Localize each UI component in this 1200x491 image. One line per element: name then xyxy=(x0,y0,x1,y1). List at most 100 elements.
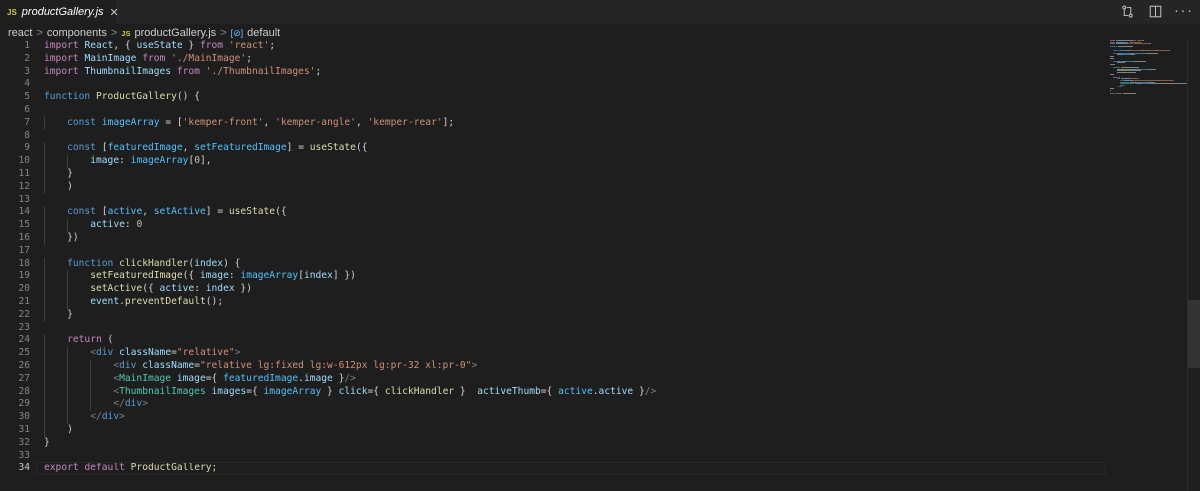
indent-guide xyxy=(44,155,45,168)
code-line[interactable]: active: 0 xyxy=(44,219,1114,232)
more-actions-icon[interactable]: ··· xyxy=(1173,4,1193,18)
code-token: return xyxy=(67,334,102,346)
indent-guide xyxy=(44,372,45,386)
code-token: [ xyxy=(96,142,108,154)
line-number: 14 xyxy=(18,206,30,218)
code-line[interactable]: <div className="relative lg:fixed lg:w-6… xyxy=(44,359,1114,373)
breadcrumb-file[interactable]: productGallery.js xyxy=(134,27,216,39)
line-number: 25 xyxy=(18,347,30,359)
code-token: const xyxy=(67,116,96,128)
code-line[interactable]: import MainImage from './MainImage'; xyxy=(44,53,1114,66)
code-line[interactable]: import React, { useState } from 'react'; xyxy=(44,40,1114,53)
code-token: ) xyxy=(44,180,73,192)
code-line[interactable]: function ProductGallery() { xyxy=(44,91,1114,104)
split-editor-icon[interactable] xyxy=(1148,4,1162,18)
minimap-segment xyxy=(1122,54,1132,56)
code-token: from xyxy=(142,52,166,64)
code-line[interactable]: }) xyxy=(44,231,1114,245)
code-token: ({ xyxy=(355,142,368,154)
code-token: [ xyxy=(96,206,108,218)
line-number: 33 xyxy=(18,449,30,461)
code-line[interactable]: setFeaturedImage({ image: imageArray[ind… xyxy=(44,270,1114,284)
code-line[interactable] xyxy=(44,194,1114,207)
code-line[interactable]: function clickHandler(index) { xyxy=(44,257,1114,271)
code-token: }) xyxy=(44,231,79,243)
minimap-segment xyxy=(1132,54,1135,56)
code-line[interactable]: <ThumbnailImages images={ imageArray } c… xyxy=(44,385,1114,399)
code-line[interactable] xyxy=(44,245,1114,258)
code-line[interactable]: export default ProductGallery; xyxy=(36,462,1114,475)
indent-guide xyxy=(67,398,69,412)
close-icon[interactable]: ✕ xyxy=(110,6,119,19)
indent-guide xyxy=(44,231,45,245)
indent-guide xyxy=(44,142,45,156)
code-token: ProductGallery xyxy=(130,462,212,474)
code-line[interactable]: const imageArray = ['kemper-front', 'kem… xyxy=(44,116,1114,130)
code-token: from xyxy=(176,65,200,77)
chevron-right-icon: > xyxy=(110,27,118,39)
code-token: index xyxy=(194,257,224,269)
code-token: : xyxy=(228,270,241,282)
code-token: setFeaturedImage xyxy=(194,142,287,154)
code-line[interactable]: } xyxy=(44,437,1114,450)
code-line[interactable]: import ThumbnailImages from './Thumbnail… xyxy=(44,66,1114,79)
indent-guide xyxy=(44,347,45,360)
tab-title: productGallery.js xyxy=(21,6,104,18)
code-token: } xyxy=(182,40,200,51)
code-line[interactable]: const [featuredImage, setFeaturedImage] … xyxy=(44,142,1114,156)
line-number: 4 xyxy=(24,78,30,90)
code-token: (); xyxy=(205,295,224,307)
code-line[interactable]: ) xyxy=(44,180,1114,194)
code-line[interactable]: event.preventDefault(); xyxy=(44,295,1114,309)
code-line[interactable]: const [active, setActive] = useState({ xyxy=(44,206,1114,220)
code-token: function xyxy=(44,91,91,103)
code-line[interactable] xyxy=(44,78,1114,91)
indent-guide xyxy=(67,359,69,373)
code-line[interactable]: </div> xyxy=(44,411,1114,424)
indent-guide xyxy=(67,385,69,399)
tab-product-gallery[interactable]: JS productGallery.js ✕ xyxy=(0,0,119,24)
code-line[interactable]: } xyxy=(44,167,1114,181)
code-token: clickHandler xyxy=(119,257,189,269)
code-line[interactable]: <MainImage image={ featuredImage.image }… xyxy=(44,372,1114,386)
breadcrumb-react[interactable]: react xyxy=(8,27,32,39)
code-line[interactable]: ) xyxy=(44,423,1114,437)
code-line[interactable]: } xyxy=(44,308,1114,322)
code-token: , xyxy=(182,142,195,154)
code-token: MainImage xyxy=(119,372,172,384)
minimap[interactable] xyxy=(1110,40,1200,100)
code-line[interactable]: return ( xyxy=(44,334,1114,348)
git-compare-icon[interactable] xyxy=(1120,4,1134,18)
code-line[interactable]: image: imageArray[0], xyxy=(44,155,1114,168)
scrollbar-thumb[interactable] xyxy=(1188,300,1200,368)
minimap-segment xyxy=(1144,49,1156,51)
code-area[interactable]: import React, { useState } from 'react';… xyxy=(36,40,1114,475)
code-line[interactable] xyxy=(44,104,1114,117)
vertical-scrollbar[interactable] xyxy=(1187,40,1200,491)
breadcrumb-default[interactable]: default xyxy=(247,27,280,39)
code-line[interactable]: setActive({ active: index }) xyxy=(44,283,1114,296)
code-editor[interactable]: 1 2 3 4 5 6 7 8 9 10 11 12 13 14 15 16 17 18 19 20 21 22 23 24 2… xyxy=(0,40,1120,491)
code-line[interactable]: <div className="relative"> xyxy=(44,347,1114,360)
code-line[interactable] xyxy=(44,322,1114,335)
indent-guide xyxy=(44,308,45,322)
minimap-segment xyxy=(1126,60,1134,62)
code-token: </ xyxy=(90,411,102,423)
code-token: active xyxy=(107,206,143,218)
breadcrumb-components[interactable]: components xyxy=(47,27,107,39)
indent-guide xyxy=(44,423,45,437)
line-number: 34 xyxy=(18,462,30,474)
code-token: className xyxy=(119,347,172,359)
js-file-icon: JS xyxy=(7,7,17,17)
indent-guide xyxy=(67,347,69,360)
code-line[interactable]: </div> xyxy=(44,398,1114,412)
code-line[interactable] xyxy=(44,450,1114,463)
code-line[interactable] xyxy=(44,130,1114,143)
indent-guide xyxy=(90,372,92,386)
code-token: ={ xyxy=(367,385,385,397)
code-token: : xyxy=(124,219,137,231)
minimap-segment xyxy=(1157,49,1169,51)
